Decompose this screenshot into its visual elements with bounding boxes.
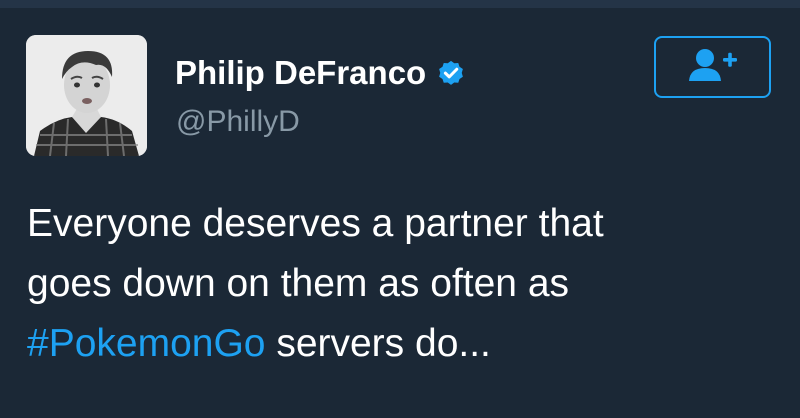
tweet-text: Everyone deserves a partner that goes do… [27,194,767,374]
hashtag-link[interactable]: #PokemonGo [27,322,265,365]
tweet-text-line: goes down on them as often as [27,262,570,305]
follow-button[interactable] [654,36,771,98]
author-name-row[interactable]: Philip DeFranco [175,53,466,93]
avatar-image [26,35,147,156]
tweet-text-tail: servers do... [265,322,491,365]
author-display-name[interactable]: Philip DeFranco [175,53,426,93]
verified-badge-icon [436,58,466,88]
follow-user-plus-icon [687,47,739,88]
top-bar [0,0,800,8]
tweet-text-line: Everyone deserves a partner that [27,202,604,245]
author-handle[interactable]: @PhillyD [176,104,300,140]
tweet-card: Philip DeFranco @PhillyD Everyone deserv… [0,8,800,418]
avatar[interactable] [26,35,147,156]
tweet-text-line: #PokemonGo servers do... [27,314,767,374]
